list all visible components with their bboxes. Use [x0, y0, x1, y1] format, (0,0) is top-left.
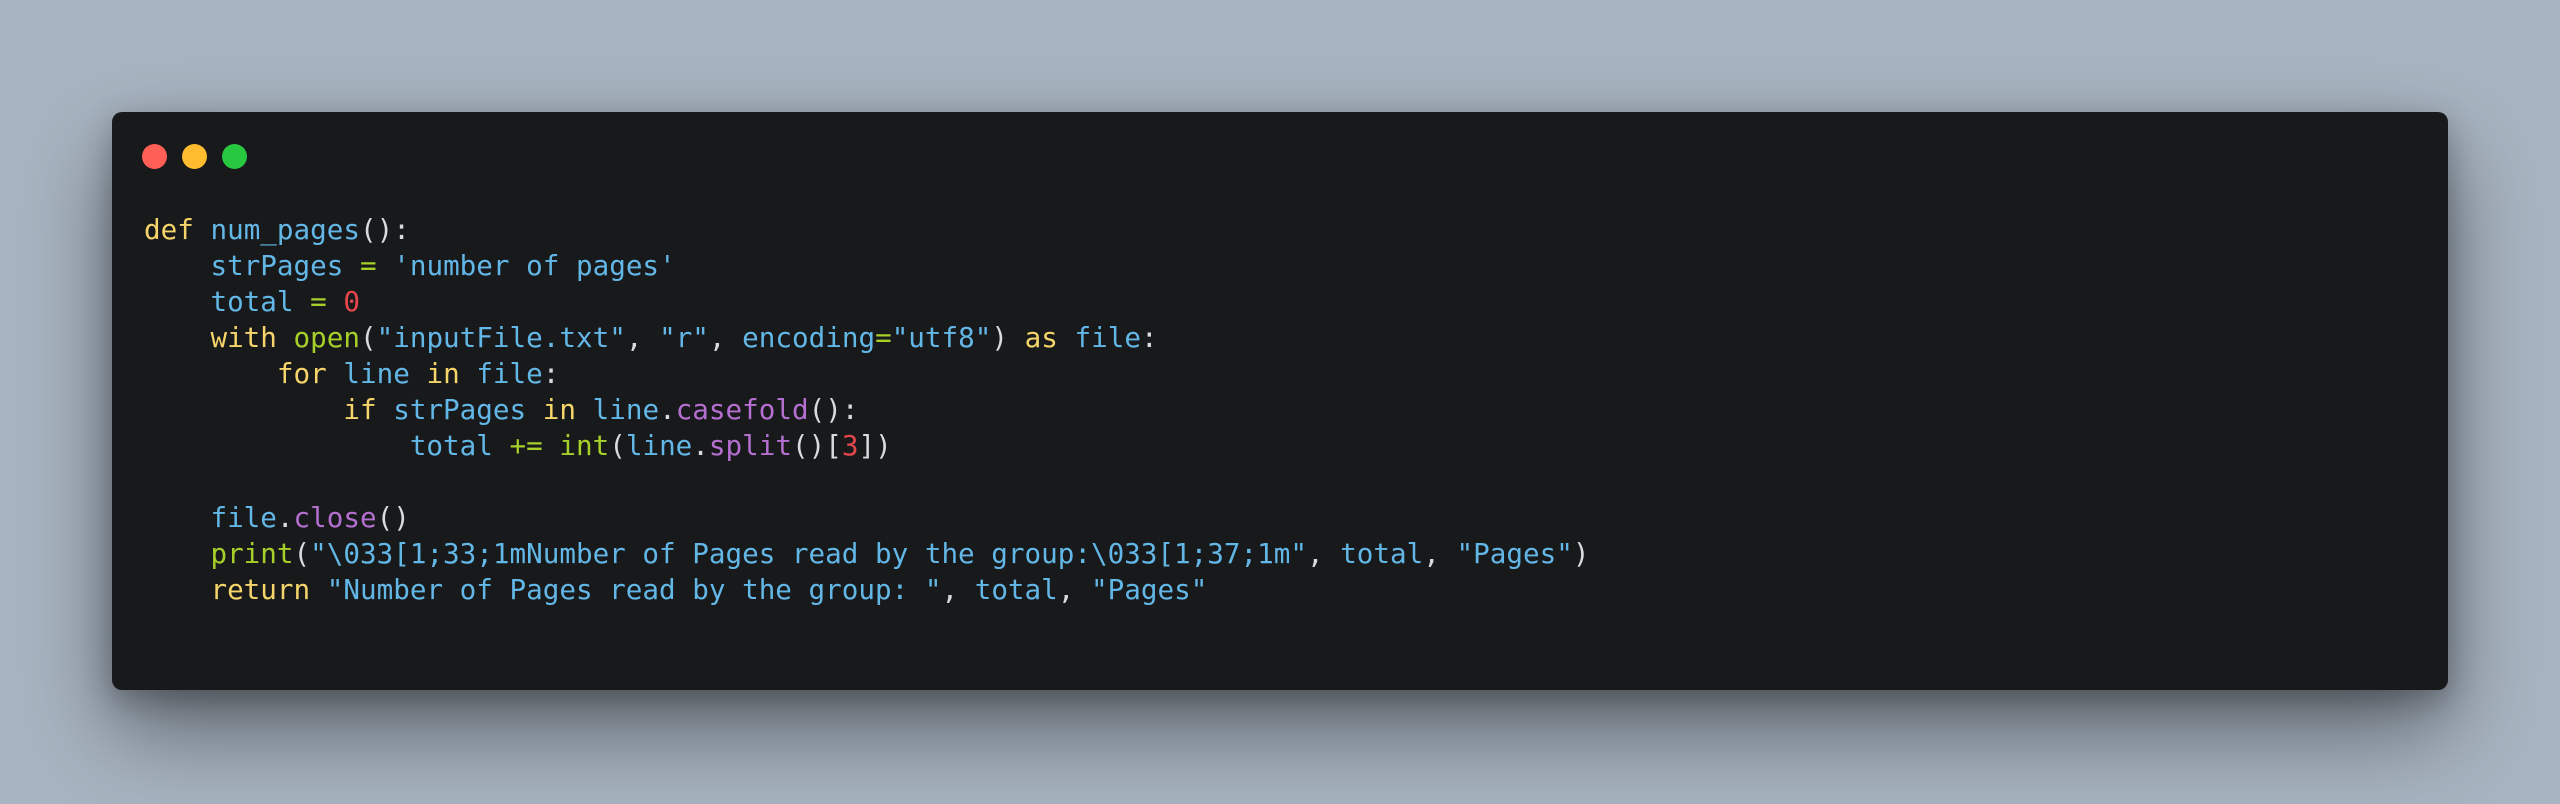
- punctuation-token: ): [1572, 537, 1590, 570]
- string-token: 'number of pages': [393, 249, 676, 282]
- keyword-token: as: [1024, 321, 1058, 354]
- punctuation-token: .: [692, 429, 709, 462]
- operator-token: +=: [509, 429, 543, 462]
- string-token: "r": [659, 321, 709, 354]
- builtin-token: int: [559, 429, 610, 462]
- code-line: strPages = 'number of pages': [144, 248, 1589, 284]
- identifier-token: file: [1074, 321, 1141, 354]
- builtin-token: open: [293, 321, 360, 354]
- operator-token: =: [875, 321, 892, 354]
- punctuation-token: (: [359, 321, 377, 354]
- function-name-token: num_pages: [210, 213, 360, 246]
- punctuation-token: .: [659, 393, 676, 426]
- identifier-token: line: [592, 393, 660, 426]
- code-line: total += int(line.split()[3]): [144, 428, 1589, 464]
- punctuation-token: ()[: [792, 429, 842, 462]
- string-token: "inputFile.txt": [376, 321, 626, 354]
- code-line: with open("inputFile.txt", "r", encoding…: [144, 320, 1589, 356]
- identifier-token: total: [974, 573, 1058, 606]
- punctuation-token: :: [1140, 321, 1158, 354]
- method-token: split: [708, 429, 792, 462]
- identifier-token: line: [625, 429, 693, 462]
- identifier-token: total: [210, 285, 294, 318]
- punctuation-token: ():: [359, 213, 410, 246]
- punctuation-token: ,: [941, 573, 959, 606]
- punctuation-token: (: [609, 429, 626, 462]
- string-token: "Pages": [1456, 537, 1573, 570]
- number-token: 0: [343, 285, 361, 318]
- punctuation-token: ,: [1423, 537, 1440, 570]
- punctuation-token: :: [542, 357, 560, 390]
- operator-token: =: [359, 249, 377, 282]
- string-token: "\033[1;33;1mNumber of Pages read by the…: [310, 537, 1307, 570]
- code-line: return "Number of Pages read by the grou…: [144, 572, 1589, 608]
- number-token: 3: [841, 429, 859, 462]
- string-token: "Number of Pages read by the group: ": [326, 573, 942, 606]
- punctuation-token: ,: [1306, 537, 1324, 570]
- minimize-button[interactable]: [182, 144, 207, 169]
- identifier-token: file: [476, 357, 543, 390]
- identifier-token: strPages: [210, 249, 344, 282]
- keyword-token: in: [542, 393, 576, 426]
- keyword-token: return: [210, 573, 311, 606]
- string-token: "Pages": [1091, 573, 1208, 606]
- method-token: close: [293, 501, 377, 534]
- keyword-token: in: [426, 357, 460, 390]
- keyword-token: for: [276, 357, 327, 390]
- identifier-token: strPages: [393, 393, 527, 426]
- identifier-token: total: [409, 429, 493, 462]
- string-token: "utf8": [891, 321, 992, 354]
- code-line: if strPages in line.casefold():: [144, 392, 1589, 428]
- punctuation-token: ,: [708, 321, 726, 354]
- builtin-token: print: [210, 537, 294, 570]
- method-token: casefold: [675, 393, 809, 426]
- punctuation-token: ():: [808, 393, 859, 426]
- code-line: for line in file:: [144, 356, 1589, 392]
- keyword-token: def: [144, 213, 194, 246]
- keyword-token: with: [210, 321, 277, 354]
- code-line: def num_pages():: [144, 212, 1589, 248]
- identifier-token: line: [343, 357, 410, 390]
- identifier-token: total: [1340, 537, 1424, 570]
- operator-token: =: [310, 285, 327, 318]
- identifier-token: encoding: [742, 321, 876, 354]
- punctuation-token: ,: [625, 321, 643, 354]
- punctuation-token: ,: [1057, 573, 1075, 606]
- close-button[interactable]: [142, 144, 167, 169]
- code-line: total = 0: [144, 284, 1589, 320]
- code-block: def num_pages(): strPages = 'number of p…: [144, 212, 1589, 608]
- punctuation-token: .: [276, 501, 294, 534]
- punctuation-token: (: [293, 537, 311, 570]
- identifier-token: file: [210, 501, 277, 534]
- punctuation-token: ]): [858, 429, 892, 462]
- maximize-button[interactable]: [222, 144, 247, 169]
- code-window: def num_pages(): strPages = 'number of p…: [112, 112, 2448, 690]
- keyword-token: if: [343, 393, 377, 426]
- punctuation-token: (): [376, 501, 410, 534]
- punctuation-token: ): [991, 321, 1008, 354]
- code-line: file.close(): [144, 500, 1589, 536]
- code-line: print("\033[1;33;1mNumber of Pages read …: [144, 536, 1589, 572]
